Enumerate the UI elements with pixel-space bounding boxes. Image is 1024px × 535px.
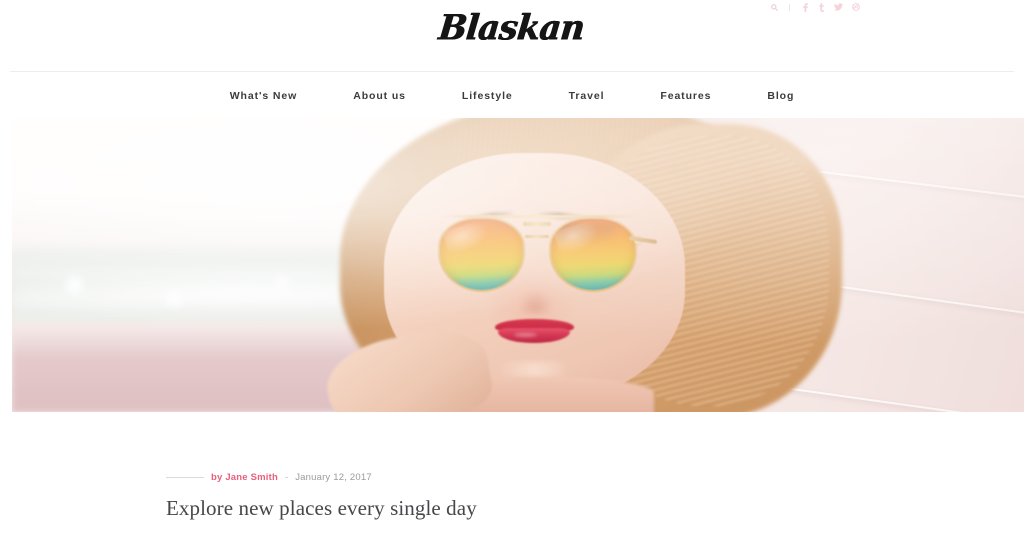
nav-item-whats-new[interactable]: What's New <box>202 86 326 106</box>
article-headline[interactable]: Explore new places every single day <box>166 496 866 521</box>
nose <box>519 289 553 314</box>
sunglasses-lens-left <box>438 217 526 292</box>
byline: by Jane Smith - January 12, 2017 <box>166 470 866 484</box>
nav-item-features[interactable]: Features <box>632 86 739 106</box>
main-navigation: What's New About us Lifestyle Travel Fea… <box>0 86 1024 106</box>
byline-separator: - <box>285 471 289 483</box>
article-date: January 12, 2017 <box>295 471 372 483</box>
nav-item-travel[interactable]: Travel <box>541 86 633 106</box>
nav-item-blog[interactable]: Blog <box>739 86 822 106</box>
header-divider <box>10 71 1014 72</box>
site-logo[interactable]: Blaskan <box>437 7 586 48</box>
hero-image[interactable] <box>12 118 1024 412</box>
lips <box>495 318 574 344</box>
sunglasses-lens-right <box>549 217 637 292</box>
aviator-sunglasses <box>438 215 657 292</box>
hero-photo <box>12 118 1024 412</box>
site-logo-container: Blaskan <box>0 7 1024 48</box>
lip-highlight <box>514 333 538 337</box>
nav-item-about-us[interactable]: About us <box>325 86 434 106</box>
article-preview: by Jane Smith - January 12, 2017 Explore… <box>166 470 866 521</box>
sunglasses-bridge <box>523 221 552 226</box>
sunglasses-lower-bridge <box>525 235 550 239</box>
nav-item-lifestyle[interactable]: Lifestyle <box>434 86 541 106</box>
byline-rule <box>166 476 204 478</box>
model-subject <box>214 118 842 412</box>
article-author[interactable]: by Jane Smith <box>211 472 278 483</box>
